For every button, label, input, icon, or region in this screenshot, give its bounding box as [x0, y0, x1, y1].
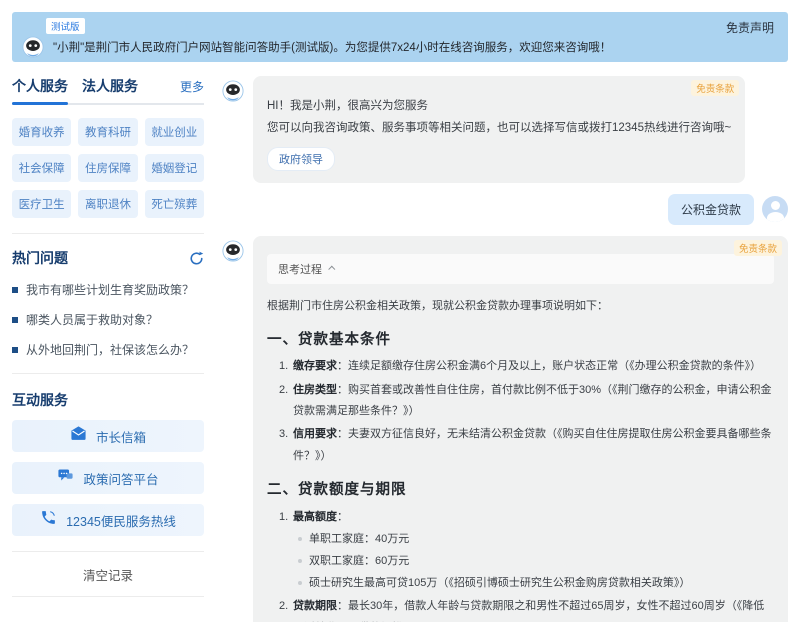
- hot-questions-title: 热门问题: [12, 248, 68, 268]
- clear-history-button[interactable]: 清空记录: [12, 552, 204, 596]
- list-item: 2.贷款期限：最长30年，借款人年龄与贷款期限之和男性不超过65周岁，女性不超过…: [267, 596, 774, 622]
- interactive-services-title: 互动服务: [12, 390, 204, 410]
- user-message: 公积金贷款: [222, 194, 788, 225]
- top-banner: 测试版 "小荆"是荆门市人民政府门户网站智能问答助手(测试版)。为您提供7x24…: [12, 12, 788, 62]
- list-item: 3.信用要求：夫妻双方征信良好，无未结清公积金贷款（《购买自住住房提取住房公积金…: [267, 424, 774, 467]
- bot-greeting-line1: HI！我是小荆，很高兴为您服务: [267, 96, 731, 118]
- disclaimer-link[interactable]: 免责声明: [726, 19, 774, 36]
- sub-list-item: 双职工家庭：60万元: [267, 550, 774, 572]
- bot-greeting-line2: 您可以向我咨询政策、服务事项等相关问题，也可以选择写信或拨打12345热线进行咨…: [267, 118, 731, 140]
- sidebar-item-policy-qa-platform[interactable]: 政策问答平台: [12, 462, 204, 494]
- section-heading-2: 二、贷款额度与期限: [267, 477, 774, 505]
- list-item: 1.缴存要求：连续足额缴存住房公积金满6个月及以上，账户状态正常（《办理公积金贷…: [267, 356, 774, 377]
- divider: [12, 596, 204, 597]
- bot-message-answer: 免责条款 思考过程 根据荆门市住房公积金相关政策，现就公积金贷款办理事项说明如下…: [222, 236, 788, 622]
- service-grid: 婚育收养 教育科研 就业创业 社会保障 住房保障 婚姻登记 医疗卫生 离职退休 …: [12, 118, 204, 218]
- bot-message-welcome: 免责条款 HI！我是小荆，很高兴为您服务 您可以向我咨询政策、服务事项等相关问题…: [222, 76, 788, 183]
- service-button-marriage-registration[interactable]: 婚姻登记: [145, 154, 204, 182]
- square-bullet-icon: [12, 317, 18, 323]
- service-button-social-security[interactable]: 社会保障: [12, 154, 71, 182]
- envelope-icon: [70, 425, 87, 447]
- sub-list-item: 单职工家庭：40万元: [267, 528, 774, 550]
- divider: [12, 373, 204, 374]
- main-layout: 个人服务 法人服务 更多 婚育收养 教育科研 就业创业 社会保障 住房保障 婚姻…: [12, 62, 788, 610]
- hot-question-item[interactable]: 我市有哪些计划生育奖励政策？: [12, 281, 204, 298]
- user-bubble: 公积金贷款: [668, 194, 754, 225]
- service-button-funeral[interactable]: 死亡殡葬: [145, 190, 204, 218]
- bot-bubble: 免责条款 HI！我是小荆，很高兴为您服务 您可以向我咨询政策、服务事项等相关问题…: [253, 76, 745, 183]
- robot-avatar-icon: [22, 36, 44, 58]
- service-button-medical[interactable]: 医疗卫生: [12, 190, 71, 218]
- answer-intro: 根据荆门市住房公积金相关政策，现就公积金贷款办理事项说明如下：: [267, 296, 774, 317]
- hot-question-item[interactable]: 哪类人员属于救助对象？: [12, 311, 204, 328]
- service-button-employment[interactable]: 就业创业: [145, 118, 204, 146]
- user-avatar-icon: [762, 196, 788, 222]
- robot-avatar-icon: [222, 80, 244, 102]
- chat-area: 免责条款 HI！我是小荆，很高兴为您服务 您可以向我咨询政策、服务事项等相关问题…: [222, 62, 788, 610]
- sub-list-item: 硕士研究生最高可贷105万（《招硕引博硕士研究生公积金购房贷款相关政策》）: [267, 572, 774, 594]
- sidebar-item-mayor-mailbox[interactable]: 市长信箱: [12, 420, 204, 452]
- service-button-education[interactable]: 教育科研: [78, 118, 137, 146]
- refresh-icon[interactable]: [189, 251, 204, 266]
- chat-bubbles-icon: [57, 467, 74, 489]
- hot-question-item[interactable]: 从外地回荆门，社保该怎么办？: [12, 341, 204, 358]
- service-button-marriage[interactable]: 婚育收养: [12, 118, 71, 146]
- square-bullet-icon: [12, 347, 18, 353]
- section-heading-1: 一、贷款基本条件: [267, 327, 774, 355]
- square-bullet-icon: [12, 287, 18, 293]
- sidebar-item-12345-hotline[interactable]: 12345便民服务热线: [12, 504, 204, 536]
- phone-icon: [40, 509, 57, 531]
- service-tabs: 个人服务 法人服务 更多: [12, 76, 204, 105]
- more-link[interactable]: 更多: [180, 78, 204, 95]
- service-button-housing[interactable]: 住房保障: [78, 154, 137, 182]
- suggestion-chip-government-leaders[interactable]: 政府领导: [267, 147, 335, 171]
- bot-bubble: 免责条款 思考过程 根据荆门市住房公积金相关政策，现就公积金贷款办理事项说明如下…: [253, 236, 788, 622]
- disclaimer-badge: 免责条款: [691, 80, 739, 96]
- sidebar: 个人服务 法人服务 更多 婚育收养 教育科研 就业创业 社会保障 住房保障 婚姻…: [12, 62, 204, 610]
- chevron-up-icon: [328, 266, 335, 273]
- service-button-retirement[interactable]: 离职退休: [78, 190, 137, 218]
- robot-avatar-icon: [222, 240, 244, 262]
- list-item: 1.最高额度：: [267, 507, 774, 528]
- tab-personal-services[interactable]: 个人服务: [12, 76, 68, 96]
- list-item: 2.住房类型：购买首套或改善性自住住房，首付款比例不低于30%（《荆门缴存的公积…: [267, 380, 774, 423]
- disclaimer-badge: 免责条款: [734, 240, 782, 256]
- banner-intro-text: "小荆"是荆门市人民政府门户网站智能问答助手(测试版)。为您提供7x24小时在线…: [53, 39, 611, 55]
- divider: [12, 233, 204, 234]
- thinking-process-toggle[interactable]: 思考过程: [267, 254, 774, 284]
- tab-corporate-services[interactable]: 法人服务: [82, 76, 138, 96]
- test-version-badge: 测试版: [46, 18, 85, 34]
- message-list: 免责条款 HI！我是小荆，很高兴为您服务 您可以向我咨询政策、服务事项等相关问题…: [222, 76, 788, 622]
